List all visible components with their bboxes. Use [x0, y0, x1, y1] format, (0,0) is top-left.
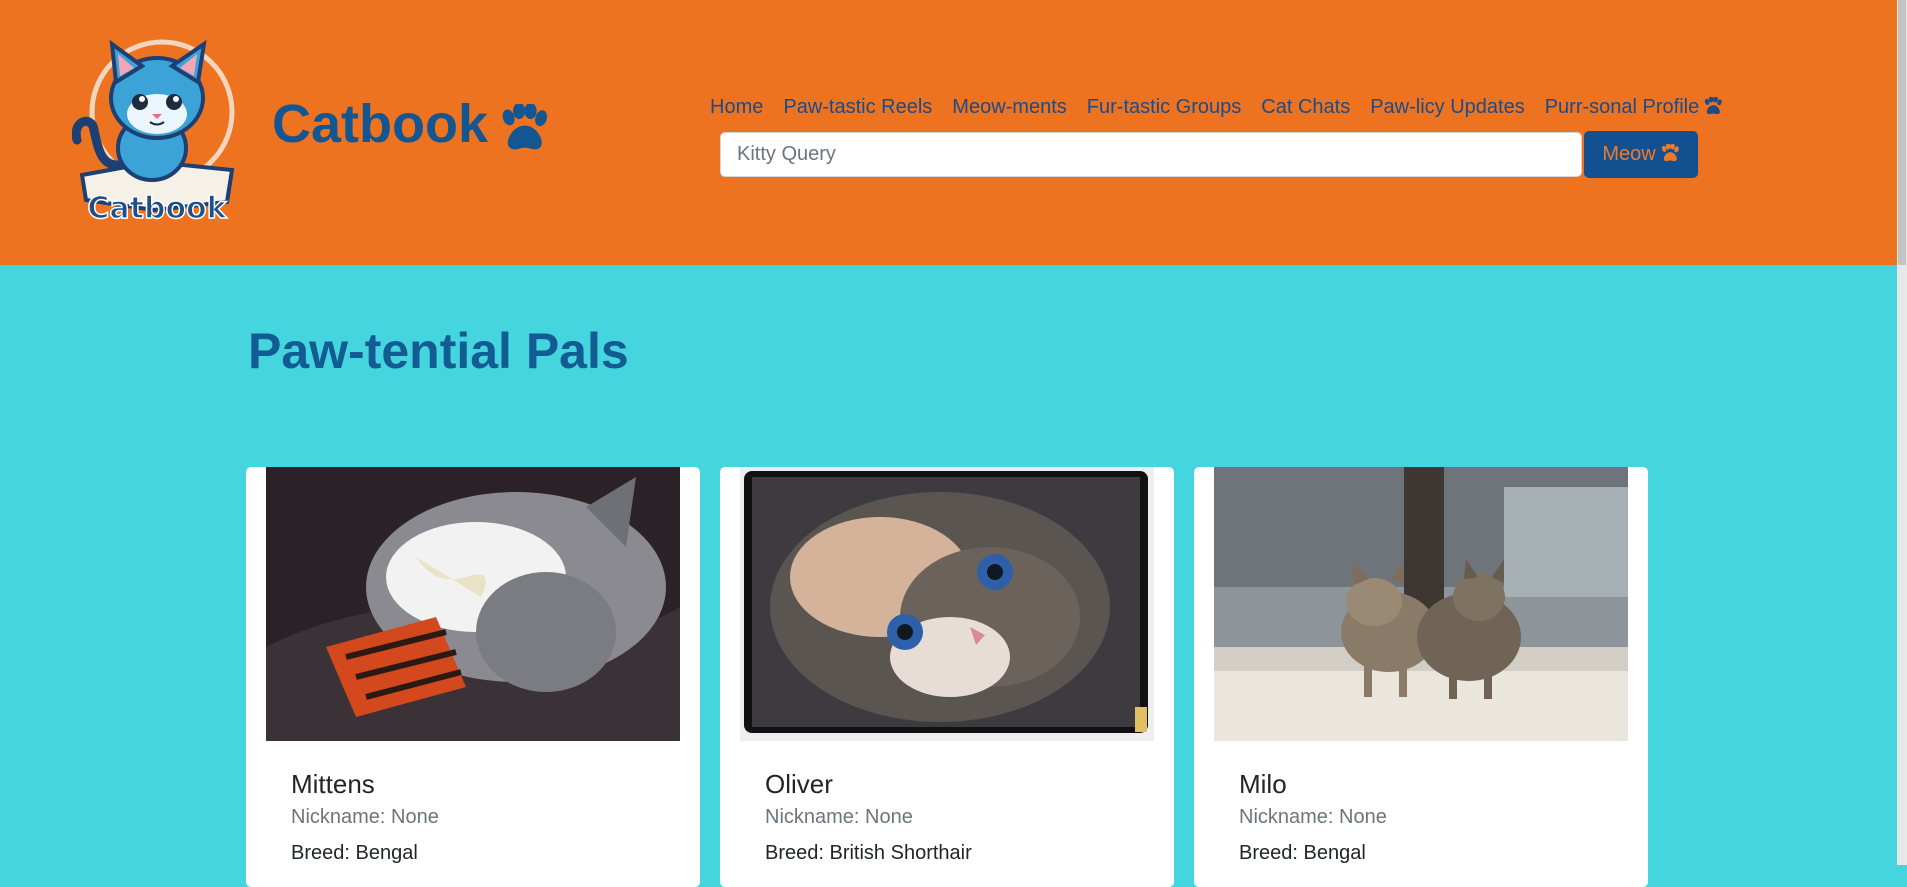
catbook-logo[interactable]: Catbook — [72, 30, 242, 230]
cat-name: Oliver — [765, 769, 833, 799]
cat-card[interactable]: Milo Nickname: None Breed: Bengal — [1194, 467, 1648, 887]
cat-breed: Breed: Bengal — [1239, 842, 1366, 864]
nav-paw-tastic-reels[interactable]: Paw-tastic Reels — [773, 94, 942, 120]
brand-name: Catbook — [272, 94, 488, 154]
search-form: Meow — [720, 131, 1698, 178]
search-button[interactable]: Meow — [1584, 131, 1698, 178]
brand-title[interactable]: Catbook — [272, 92, 550, 156]
cat-nickname: Nickname: None — [291, 806, 439, 828]
search-button-label: Meow — [1602, 143, 1656, 165]
cat-photo[interactable] — [1214, 467, 1628, 741]
nav-meow-ments[interactable]: Meow-ments — [942, 94, 1076, 120]
cat-card[interactable]: Mittens Nickname: None Breed: Bengal — [246, 467, 700, 887]
cat-name: Milo — [1239, 769, 1287, 799]
paw-icon — [1660, 144, 1680, 162]
cat-photo[interactable] — [266, 467, 680, 741]
nav-home[interactable]: Home — [700, 94, 773, 120]
nav-cat-chats[interactable]: Cat Chats — [1251, 94, 1360, 120]
cat-breed: Breed: British Shorthair — [765, 842, 972, 864]
cat-nickname: Nickname: None — [1239, 806, 1387, 828]
nav-fur-tastic-groups[interactable]: Fur-tastic Groups — [1077, 94, 1251, 120]
site-header: Catbook Catbook Home Paw-tastic Reels Me… — [0, 0, 1897, 265]
search-input[interactable] — [720, 132, 1582, 177]
cat-breed: Breed: Bengal — [291, 842, 418, 864]
svg-text:Catbook: Catbook — [87, 191, 227, 226]
scrollbar-thumb[interactable] — [1898, 0, 1906, 265]
cat-name: Mittens — [291, 769, 375, 799]
page-title: Paw-tential Pals — [248, 323, 629, 379]
nav-paw-licy-updates[interactable]: Paw-licy Updates — [1360, 94, 1535, 120]
cat-card[interactable]: Oliver Nickname: None Breed: British Sho… — [720, 467, 1174, 887]
main-nav: Home Paw-tastic Reels Meow-ments Fur-tas… — [700, 94, 1733, 120]
cat-photo[interactable] — [740, 467, 1154, 741]
paw-icon — [498, 104, 550, 152]
nav-purr-sonal-profile[interactable]: Purr-sonal Profile — [1535, 94, 1734, 120]
page-scrollbar[interactable] — [1897, 0, 1907, 865]
cat-card-list: Mittens Nickname: None Breed: Bengal Oli… — [246, 467, 1648, 887]
nav-profile-label: Purr-sonal Profile — [1544, 96, 1700, 118]
cat-nickname: Nickname: None — [765, 806, 913, 828]
paw-icon — [1703, 97, 1723, 115]
